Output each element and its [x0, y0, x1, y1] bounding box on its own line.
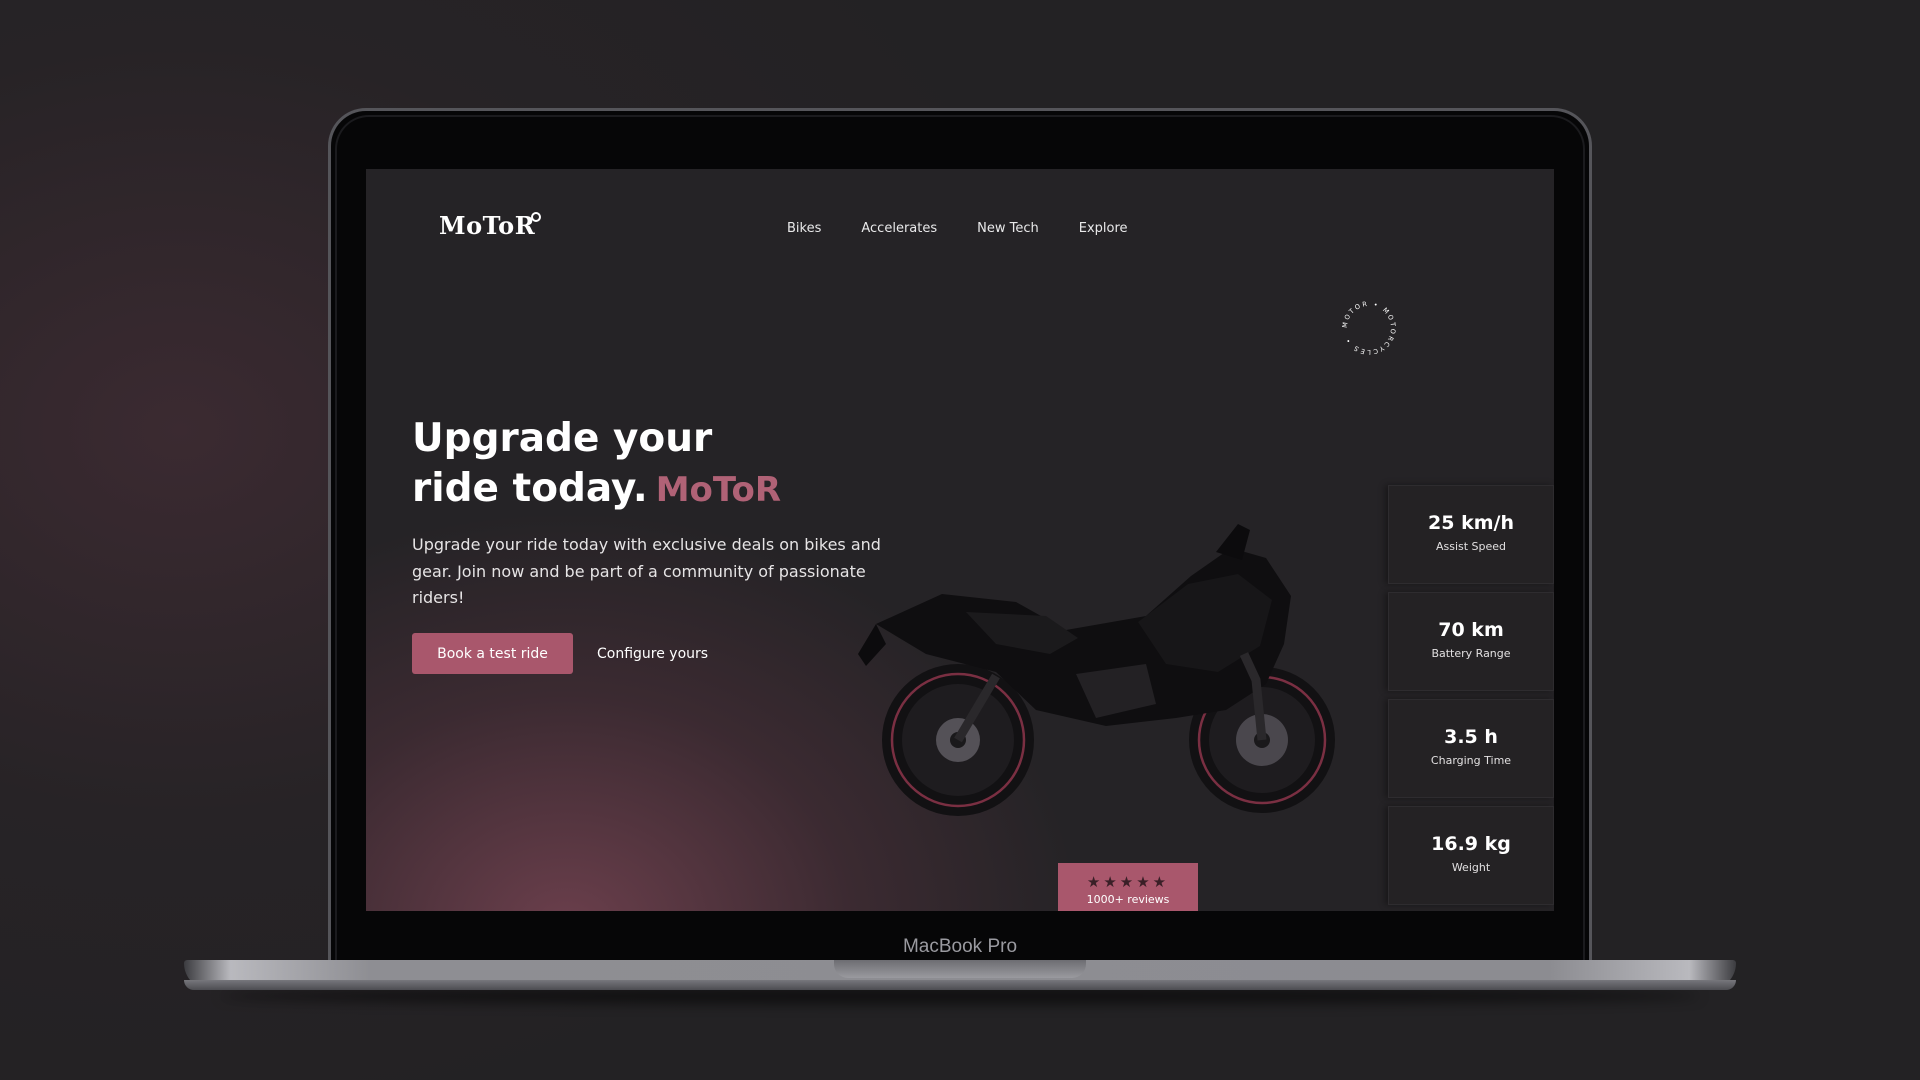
- nav-item-explore[interactable]: Explore: [1079, 221, 1128, 236]
- hero-title-line2: ride today.: [412, 466, 648, 511]
- rotating-circle-badge: MOTOR • MOTORCYCLES •: [1341, 300, 1397, 356]
- hero-title: Upgrade your ride today. MoToR: [412, 414, 781, 515]
- spec-value: 25 km/h: [1428, 512, 1514, 534]
- nav-item-accelerates[interactable]: Accelerates: [861, 221, 937, 236]
- motorcycle-image: [858, 524, 1335, 816]
- logo-circle-mark: [531, 212, 541, 222]
- rating-stars-icon: ★★★★★: [1086, 873, 1170, 891]
- spec-card-charging-time: 3.5 h Charging Time: [1388, 699, 1554, 798]
- spec-value: 70 km: [1438, 619, 1504, 641]
- configure-yours-button[interactable]: Configure yours: [595, 633, 710, 674]
- hero-description: Upgrade your ride today with exclusive d…: [412, 535, 881, 607]
- hero-title-brand: MoToR: [655, 470, 782, 510]
- hero-title-line1: Upgrade your: [412, 416, 713, 461]
- spec-card-assist-speed: 25 km/h Assist Speed: [1388, 485, 1554, 584]
- laptop-shadow: [220, 988, 1700, 1004]
- circle-badge-text: MOTOR • MOTORCYCLES •: [1341, 300, 1395, 356]
- spec-card-battery-range: 70 km Battery Range: [1388, 592, 1554, 691]
- reviews-count: 1000+ reviews: [1086, 893, 1170, 906]
- book-test-ride-button[interactable]: Book a test ride: [412, 633, 573, 674]
- spec-value: 3.5 h: [1444, 726, 1498, 748]
- device-label: MacBook Pro: [902, 936, 1018, 957]
- spec-label: Charging Time: [1430, 754, 1512, 767]
- spec-label: Battery Range: [1431, 647, 1511, 660]
- main-nav: Bikes Accelerates New Tech Explore: [787, 221, 1128, 236]
- spec-label: Weight: [1451, 861, 1491, 874]
- laptop-notch: [834, 960, 1086, 978]
- logo[interactable]: MoToR: [439, 211, 535, 240]
- reviews-badge[interactable]: ★★★★★ 1000+ reviews: [1058, 863, 1198, 911]
- spec-card-weight: 16.9 kg Weight: [1388, 806, 1554, 905]
- svg-text:MOTOR • MOTORCYCLES •: MOTOR • MOTORCYCLES •: [1341, 300, 1397, 356]
- spec-value: 16.9 kg: [1431, 833, 1511, 855]
- nav-item-bikes[interactable]: Bikes: [787, 221, 821, 236]
- specs-panel: 25 km/h Assist Speed 70 km Battery Range…: [1388, 485, 1554, 911]
- spec-label: Assist Speed: [1435, 540, 1507, 553]
- website-screen: MoToR Bikes Accelerates New Tech Explore…: [366, 169, 1554, 911]
- nav-item-new-tech[interactable]: New Tech: [977, 221, 1039, 236]
